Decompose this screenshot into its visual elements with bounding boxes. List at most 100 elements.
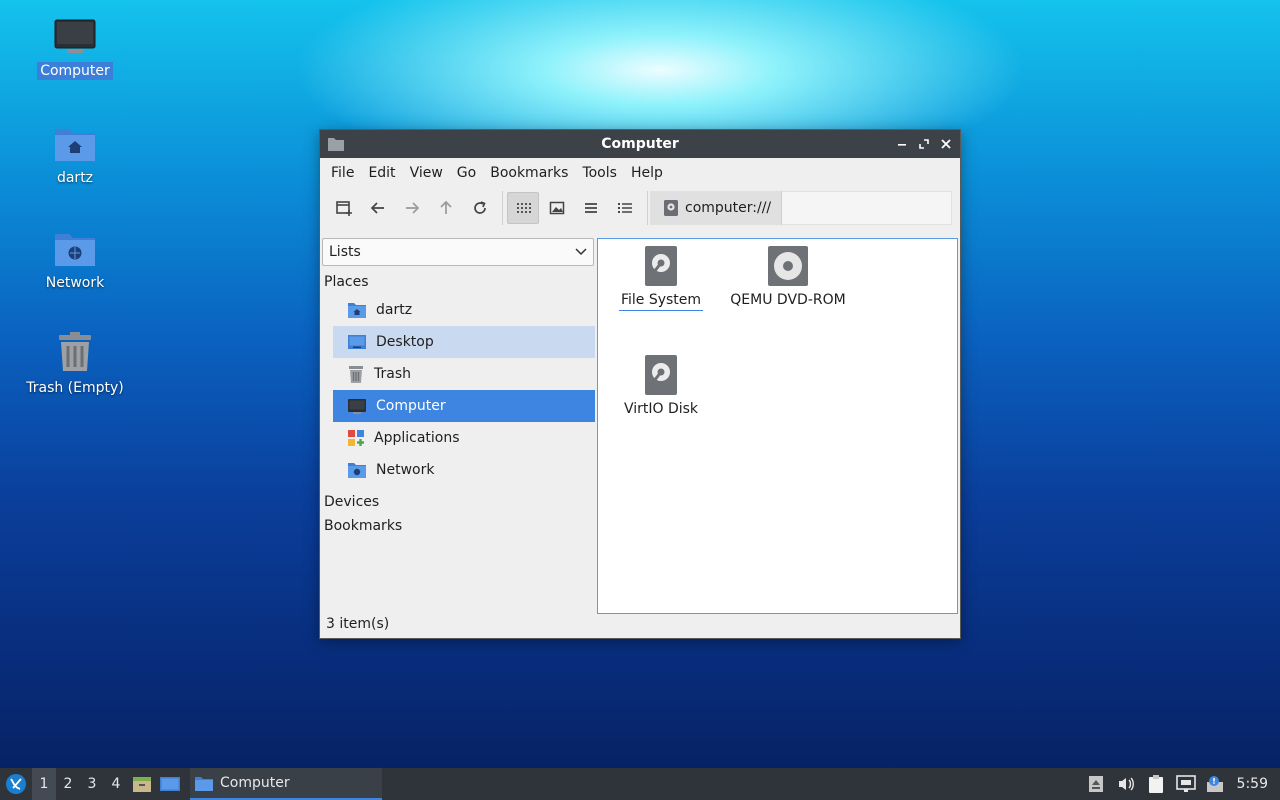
maximize-icon <box>919 139 929 149</box>
toolbar-separator <box>502 191 503 225</box>
file-item-label: VirtIO Disk <box>623 401 699 417</box>
file-icon-view[interactable]: File System QEMU DVD-ROM VirtIO Disk <box>597 238 958 614</box>
file-item-virtio-disk[interactable]: VirtIO Disk <box>596 354 726 419</box>
forward-button[interactable] <box>396 192 428 224</box>
applications-icon <box>348 430 364 446</box>
sidebar-item-label: Network <box>376 462 435 478</box>
file-item-label: File System <box>618 292 704 311</box>
network-folder-icon <box>55 234 95 266</box>
sidebar-mode-select[interactable]: Lists <box>322 238 594 266</box>
sidebar-item-dartz[interactable]: dartz <box>333 294 595 326</box>
folder-icon <box>195 776 213 791</box>
file-manager-window: Computer File Edit View Go Bookmarks Too… <box>319 129 961 639</box>
home-folder-icon <box>55 129 95 161</box>
network-status-button[interactable] <box>1171 768 1201 800</box>
list-icon <box>585 203 597 213</box>
file-item-qemu-dvd-rom[interactable]: QEMU DVD-ROM <box>723 245 853 310</box>
show-desktop-icon <box>160 777 180 791</box>
hard-drive-icon <box>645 246 677 286</box>
window-titlebar[interactable]: Computer <box>320 130 960 158</box>
detailed-view-button[interactable] <box>609 192 641 224</box>
clipboard-button[interactable] <box>1141 768 1171 800</box>
task-computer-window[interactable]: Computer <box>190 768 382 800</box>
up-button[interactable] <box>430 192 462 224</box>
desktop-switch-4[interactable]: 4 <box>104 768 128 800</box>
menu-go[interactable]: Go <box>450 165 483 181</box>
home-folder-icon <box>348 303 366 318</box>
new-tab-icon <box>336 201 352 216</box>
menu-edit[interactable]: Edit <box>361 165 402 181</box>
close-button[interactable] <box>936 134 956 154</box>
desktop-icon-label: Computer <box>37 62 113 80</box>
compact-view-button[interactable] <box>575 192 607 224</box>
file-manager-icon <box>133 777 151 792</box>
status-bar: 3 item(s) <box>326 616 390 632</box>
thumbnail-view-button[interactable] <box>541 192 573 224</box>
menu-view[interactable]: View <box>403 165 450 181</box>
maximize-button[interactable] <box>914 134 934 154</box>
desktop-switch-3[interactable]: 3 <box>80 768 104 800</box>
speaker-icon <box>1118 777 1134 791</box>
launcher-show-desktop[interactable] <box>156 768 184 800</box>
monitor-icon <box>54 19 96 53</box>
trash-icon <box>59 332 91 371</box>
arrow-up-icon <box>440 200 452 214</box>
minimize-button[interactable] <box>892 134 912 154</box>
path-crumb-computer[interactable]: computer:/// <box>651 191 783 225</box>
desktop-icon-network[interactable]: Network <box>15 228 135 292</box>
notification-icon <box>1206 776 1223 792</box>
sidebar-item-label: Computer <box>376 398 446 414</box>
lubuntu-logo-icon <box>6 774 26 794</box>
sidebar-item-desktop[interactable]: Desktop <box>333 326 595 358</box>
sidebar-item-label: Desktop <box>376 334 434 350</box>
toolbar: computer:/// <box>320 188 960 228</box>
grid-icon <box>517 203 531 213</box>
network-folder-icon <box>348 463 366 478</box>
sidebar-item-trash[interactable]: Trash <box>333 358 595 390</box>
chevron-down-icon <box>575 248 587 256</box>
sidebar-item-network[interactable]: Network <box>333 454 595 486</box>
menu-tools[interactable]: Tools <box>575 165 624 181</box>
sidebar: Lists Places dartz Desktop Trash Compute… <box>322 238 595 614</box>
toolbar-separator <box>647 191 648 225</box>
sidebar-section-devices[interactable]: Devices <box>322 490 595 514</box>
desktop-switch-2[interactable]: 2 <box>56 768 80 800</box>
desktop-icon-label: Trash (Empty) <box>26 380 124 396</box>
reload-icon <box>474 201 486 214</box>
task-label: Computer <box>220 775 290 791</box>
optical-drive-icon <box>768 246 808 286</box>
desktop-switch-1[interactable]: 1 <box>32 768 56 800</box>
location-text: computer:/// <box>685 200 772 216</box>
desktop-icon-computer[interactable]: Computer <box>15 18 135 80</box>
menu-help[interactable]: Help <box>624 165 670 181</box>
start-menu-button[interactable] <box>0 768 32 800</box>
sidebar-section-bookmarks[interactable]: Bookmarks <box>322 514 595 538</box>
menu-bookmarks[interactable]: Bookmarks <box>483 165 575 181</box>
notification-button[interactable] <box>1201 768 1231 800</box>
taskbar: 1 2 3 4 Computer 5:59 <box>0 768 1280 800</box>
launcher-file-manager[interactable] <box>128 768 156 800</box>
menu-bar: File Edit View Go Bookmarks Tools Help <box>320 158 960 188</box>
arrow-right-icon <box>406 202 420 214</box>
sidebar-item-computer[interactable]: Computer <box>333 390 595 422</box>
hard-drive-icon <box>645 355 677 395</box>
menu-file[interactable]: File <box>324 165 361 181</box>
location-bar[interactable]: computer:/// <box>650 191 952 225</box>
file-item-label: QEMU DVD-ROM <box>730 292 846 308</box>
eject-button[interactable] <box>1081 768 1111 800</box>
sidebar-section-places[interactable]: Places <box>322 270 595 294</box>
trash-icon <box>349 366 363 383</box>
new-tab-button[interactable] <box>328 192 360 224</box>
sidebar-item-label: Trash <box>374 366 411 382</box>
clipboard-icon <box>1148 775 1163 793</box>
desktop-icon-home[interactable]: dartz <box>15 123 135 187</box>
file-item-file-system[interactable]: File System <box>596 245 726 311</box>
icon-view-button[interactable] <box>507 192 539 224</box>
sidebar-item-applications[interactable]: Applications <box>333 422 595 454</box>
arrow-left-icon <box>370 202 384 214</box>
back-button[interactable] <box>362 192 394 224</box>
desktop-icon-trash[interactable]: Trash (Empty) <box>15 331 135 397</box>
reload-button[interactable] <box>464 192 496 224</box>
clock[interactable]: 5:59 <box>1231 776 1280 792</box>
volume-button[interactable] <box>1111 768 1141 800</box>
